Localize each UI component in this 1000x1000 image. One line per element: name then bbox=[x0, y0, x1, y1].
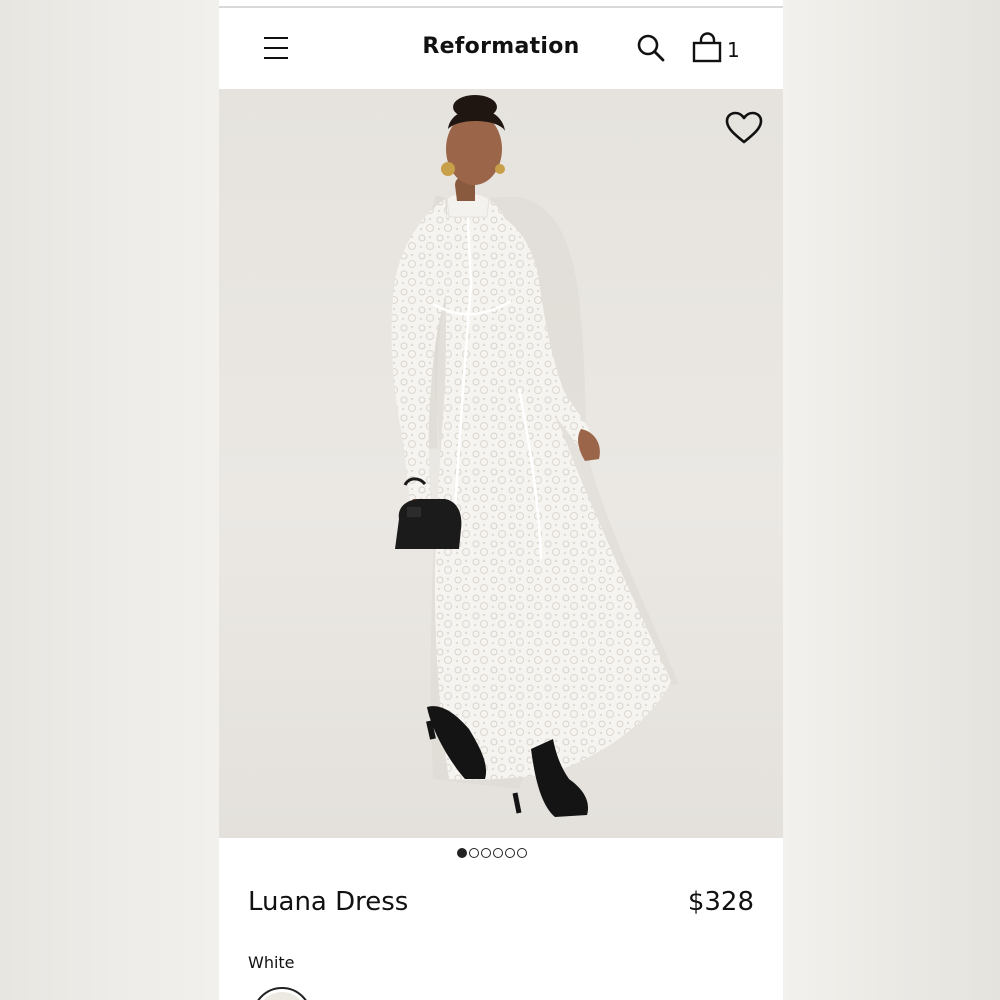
pagination-dot[interactable] bbox=[469, 848, 479, 858]
pagination-dot[interactable] bbox=[505, 848, 515, 858]
shopping-bag-icon bbox=[692, 32, 722, 63]
color-swatch-white[interactable] bbox=[252, 987, 312, 1000]
cart-button[interactable]: 1 bbox=[691, 32, 741, 64]
product-photo bbox=[391, 95, 679, 817]
pagination-dot[interactable] bbox=[493, 848, 503, 858]
pagination-dot[interactable] bbox=[481, 848, 491, 858]
pagination-dot[interactable] bbox=[517, 848, 527, 858]
search-button[interactable] bbox=[635, 32, 667, 64]
cart-count: 1 bbox=[727, 38, 740, 62]
product-page: Reformation 1 Luana Dress $328 White bbox=[219, 0, 783, 1000]
hamburger-menu-icon bbox=[264, 37, 288, 39]
brand-logo[interactable]: Reformation bbox=[421, 34, 581, 59]
swatch-fill bbox=[257, 992, 307, 1000]
heart-outline-icon bbox=[725, 111, 763, 144]
pagination-dot-active[interactable] bbox=[457, 848, 467, 858]
site-header: Reformation 1 bbox=[219, 8, 783, 89]
product-name: Luana Dress bbox=[248, 887, 409, 917]
menu-button[interactable] bbox=[259, 33, 293, 63]
product-price: $328 bbox=[687, 887, 754, 917]
favorite-button[interactable] bbox=[724, 110, 764, 146]
search-icon bbox=[637, 34, 665, 62]
product-image[interactable] bbox=[219, 89, 783, 838]
selected-color-label: White bbox=[248, 953, 295, 972]
image-pagination bbox=[457, 848, 527, 862]
